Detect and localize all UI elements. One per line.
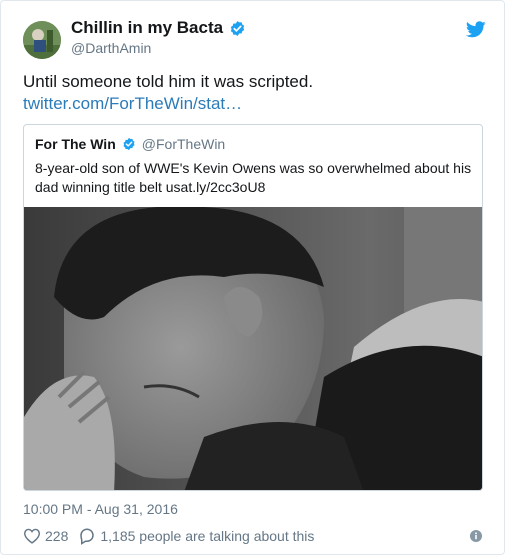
avatar[interactable] [23, 21, 61, 59]
embedded-tweet-card: Chillin in my Bacta @DarthAmin Until som… [0, 0, 505, 555]
like-button[interactable]: 228 [23, 528, 68, 544]
heart-icon [23, 528, 41, 544]
speech-bubble-icon [80, 528, 95, 545]
conversation-count[interactable]: 1,185 people are talking about this [100, 528, 314, 544]
verified-badge-icon [230, 20, 245, 36]
verified-badge-icon [123, 137, 135, 151]
quoted-tweet-header: For The Win @ForTheWin [35, 136, 225, 152]
quoted-tweet[interactable]: For The Win @ForTheWin 8-year-old son of… [23, 124, 483, 491]
twitter-bird-icon[interactable] [466, 21, 486, 38]
tweet-actions: 228 1,185 people are talking about this [23, 527, 314, 545]
author-name-row[interactable]: Chillin in my Bacta [71, 18, 246, 38]
info-icon[interactable] [470, 530, 482, 542]
like-count[interactable]: 228 [45, 528, 68, 544]
quoted-tweet-text: 8-year-old son of WWE's Kevin Owens was … [35, 160, 472, 195]
quoted-tweet-photo[interactable] [24, 207, 483, 491]
tweet-text: Until someone told him it was scripted. [23, 72, 314, 91]
quoted-author-name[interactable]: For The Win [35, 136, 116, 152]
tweet-timestamp[interactable]: 10:00 PM - Aug 31, 2016 [23, 501, 178, 517]
quoted-author-handle[interactable]: @ForTheWin [142, 136, 225, 152]
reply-button[interactable]: 1,185 people are talking about this [78, 527, 314, 545]
author-name[interactable]: Chillin in my Bacta [71, 18, 223, 38]
tweet-link[interactable]: twitter.com/ForTheWin/stat… [23, 94, 242, 114]
author-handle[interactable]: @DarthAmin [71, 40, 151, 56]
